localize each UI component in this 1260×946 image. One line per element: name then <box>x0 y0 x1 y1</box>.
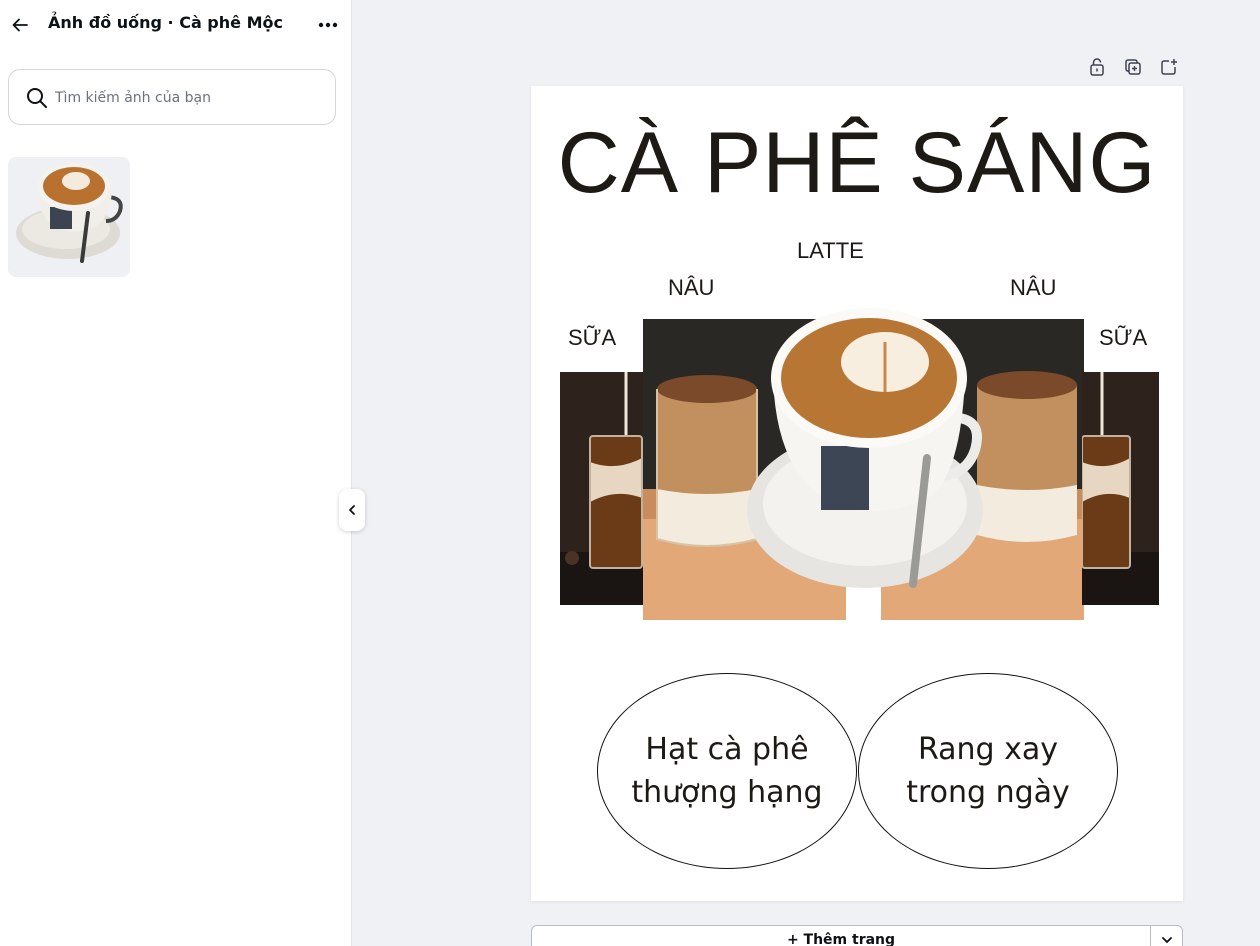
image-thumbnail-latte[interactable] <box>8 157 130 277</box>
iced-milk-coffee-image <box>560 372 646 605</box>
more-horizontal-icon <box>318 22 338 28</box>
add-page-bar: + Thêm trang <box>531 925 1183 946</box>
panel-title: Ảnh đồ uống · Cà phê Mộc <box>48 13 283 32</box>
design-page[interactable]: CÀ PHÊ SÁNG LATTE NÂU NÂU SỮA SỮA Hạt cà… <box>531 86 1183 901</box>
label-latte[interactable]: LATTE <box>797 238 864 264</box>
add-page-options-button[interactable] <box>1151 926 1183 946</box>
arrow-left-icon <box>12 18 28 32</box>
iced-milk-coffee-image <box>1082 372 1159 605</box>
add-page-icon <box>1161 59 1177 75</box>
photo-sua-right[interactable] <box>1082 372 1159 605</box>
photo-latte[interactable] <box>747 298 987 610</box>
collapse-panel-button[interactable] <box>339 489 365 531</box>
duplicate-page-icon <box>1125 59 1141 75</box>
duplicate-page-button[interactable] <box>1122 56 1144 78</box>
oval-badge-1-text: Hạt cà phê thượng hạng <box>631 732 823 810</box>
latte-cup-image <box>16 163 123 263</box>
label-nau-right[interactable]: NÂU <box>1010 275 1056 301</box>
add-page-button[interactable] <box>1158 56 1180 78</box>
lock-page-button[interactable] <box>1086 56 1108 78</box>
oval-badge-2[interactable]: Rang xay trong ngày <box>858 673 1118 869</box>
more-options-button[interactable] <box>314 13 342 37</box>
headline-text[interactable]: CÀ PHÊ SÁNG <box>531 114 1183 213</box>
back-button[interactable] <box>6 12 34 38</box>
oval-badge-1[interactable]: Hạt cà phê thượng hạng <box>597 673 857 869</box>
search-box <box>8 69 336 125</box>
panel-header: Ảnh đồ uống · Cà phê Mộc <box>0 0 352 50</box>
uploads-panel: Ảnh đồ uống · Cà phê Mộc <box>0 0 352 946</box>
search-icon <box>27 88 47 108</box>
chevron-left-icon <box>349 505 355 515</box>
label-sua-right[interactable]: SỮA <box>1099 325 1147 351</box>
add-page-button-bottom[interactable]: + Thêm trang <box>532 926 1150 946</box>
label-sua-left[interactable]: SỮA <box>568 325 616 351</box>
search-input[interactable] <box>55 86 325 110</box>
lock-icon <box>1090 58 1104 76</box>
chevron-down-icon <box>1162 937 1172 944</box>
latte-cup-image <box>747 308 983 588</box>
label-nau-left[interactable]: NÂU <box>668 275 714 301</box>
oval-badge-2-text: Rang xay trong ngày <box>906 732 1070 810</box>
photo-sua-left[interactable] <box>560 372 646 605</box>
